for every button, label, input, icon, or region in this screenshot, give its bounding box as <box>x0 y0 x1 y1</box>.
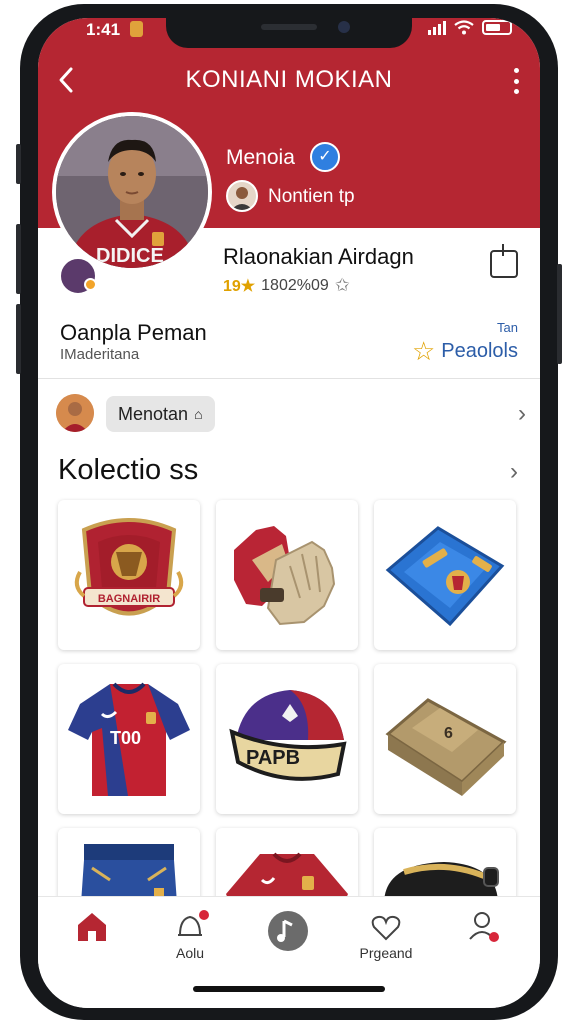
collection-item-wallet[interactable]: 6 <box>374 664 516 814</box>
verified-check-icon: ✓ <box>310 142 340 172</box>
jersey-number: T00 <box>110 728 141 748</box>
collection-title: Kolectio ss <box>58 454 199 486</box>
section-subtitle: IMaderitana <box>60 346 140 363</box>
crest-label: BAGNAIRIR <box>98 593 160 605</box>
cap-label: PAPB <box>246 747 300 769</box>
user-icon <box>469 912 499 942</box>
status-icons <box>428 20 512 35</box>
signal-icon <box>428 20 446 35</box>
share-icon[interactable] <box>490 244 518 278</box>
collection-item-jersey[interactable]: T00 <box>58 664 200 814</box>
tab-favorites[interactable]: Prgeand <box>356 907 416 967</box>
speaker <box>261 24 317 30</box>
section-title: Oanpla Peman <box>60 320 207 345</box>
team-badge-icon[interactable] <box>58 256 98 296</box>
star-icon: ☆ <box>411 336 436 366</box>
notch <box>166 18 412 48</box>
profile-avatar[interactable]: DIDICE <box>52 112 212 272</box>
player-photo: DIDICE <box>56 116 208 268</box>
music-disc-icon <box>268 911 308 951</box>
mention-row[interactable]: Menotan ⌂ › <box>56 394 526 434</box>
collection-item-crest[interactable]: BAGNAIRIR <box>58 500 200 650</box>
app-screen: 1:41 KONIANI MOKIAN DIDICE Menoia ✓ Nont… <box>38 18 540 1008</box>
bell-icon <box>178 910 209 936</box>
battery-icon <box>482 20 512 35</box>
chevron-right-icon[interactable]: › <box>518 400 526 428</box>
side-button <box>16 144 21 184</box>
fav-caption: Tan <box>497 320 518 335</box>
gloves-icon <box>234 526 336 626</box>
tab-profile[interactable] <box>454 907 514 967</box>
profile-name: Rlaonakian Airdagn <box>223 244 414 269</box>
home-icon <box>78 913 106 941</box>
badge-dot <box>84 278 97 291</box>
collection-item-gloves[interactable] <box>216 500 358 650</box>
jersey-text: DIDICE <box>96 245 164 267</box>
home-indicator[interactable] <box>193 986 385 992</box>
shin-guard-icon <box>385 526 505 627</box>
page-title: KONIANI MOKIAN <box>185 66 393 93</box>
heart-icon <box>371 915 401 941</box>
wifi-icon <box>454 20 474 35</box>
star-outline-icon[interactable]: ✩ <box>335 275 350 296</box>
rating-row: 19★ 1802%09 ✩ <box>223 275 350 296</box>
jersey-icon: T00 <box>68 682 190 796</box>
rating-value: 19★ <box>223 277 256 295</box>
favorites-label: Peaolols <box>441 340 518 362</box>
crest-icon: BAGNAIRIR <box>74 518 184 616</box>
more-options-icon[interactable] <box>512 68 520 94</box>
side-button <box>557 264 562 364</box>
tab-label: Aolu <box>175 945 205 961</box>
tab-music[interactable] <box>258 907 318 967</box>
collection-item-shin-guard[interactable] <box>374 500 516 650</box>
favorites-button[interactable]: ☆ Peaolols <box>412 336 518 367</box>
sub-label: Nontien tp <box>268 186 355 207</box>
player-illustration: DIDICE <box>56 116 208 268</box>
status-badge-icon <box>130 21 143 37</box>
wallet-icon: 6 <box>385 698 507 796</box>
tab-label: Prgeand <box>359 945 413 961</box>
mention-label: Menotan <box>118 404 189 424</box>
side-button <box>16 304 21 374</box>
mention-avatar <box>56 394 94 432</box>
verified-name: Menoia <box>226 146 295 169</box>
svg-text:6: 6 <box>444 725 453 742</box>
side-button <box>16 224 21 294</box>
collection-item-cap[interactable]: PAPB <box>216 664 358 814</box>
status-time: 1:41 <box>86 20 121 39</box>
cap-icon: PAPB <box>229 690 347 781</box>
tab-alerts[interactable]: Aolu <box>160 907 220 967</box>
camera <box>338 21 350 33</box>
lock-icon: ⌂ <box>194 406 203 422</box>
chevron-right-icon[interactable]: › <box>510 458 518 486</box>
mention-chip[interactable]: Menotan ⌂ <box>106 396 215 432</box>
rating-count: 1802%09 <box>261 276 329 294</box>
divider <box>38 378 540 379</box>
mini-avatar[interactable] <box>226 180 258 212</box>
tab-home[interactable] <box>62 907 122 967</box>
